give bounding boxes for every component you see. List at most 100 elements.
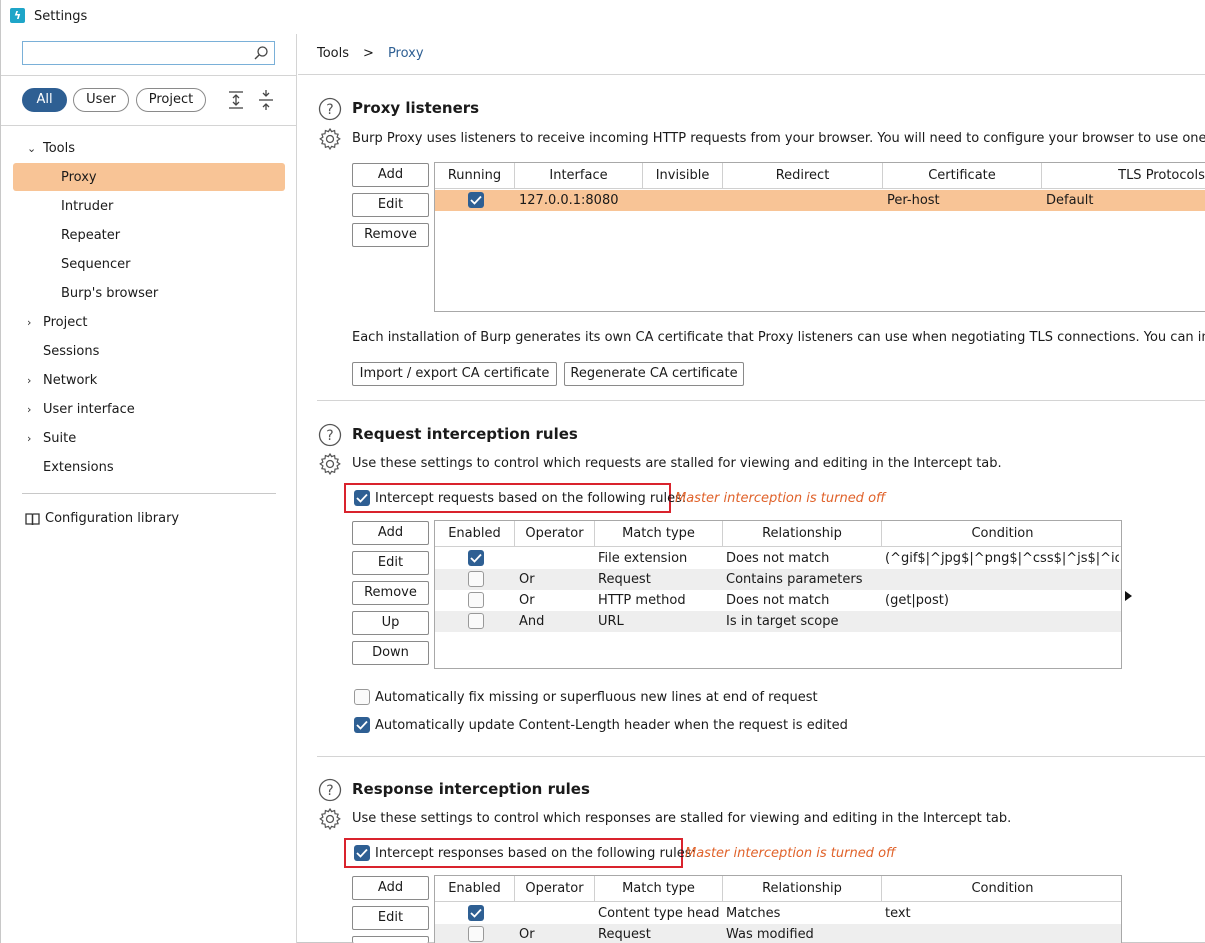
- edit-response-rule-button[interactable]: Edit: [352, 906, 429, 930]
- table-row[interactable]: Or Request Contains parameters: [435, 569, 1121, 590]
- tree-item-suite[interactable]: › Suite: [27, 425, 277, 453]
- gear-icon[interactable]: [318, 452, 342, 476]
- column-header[interactable]: Redirect: [723, 163, 883, 189]
- play-arrow-icon[interactable]: [1125, 591, 1132, 601]
- relationship-cell: Was modified: [726, 927, 814, 942]
- column-header[interactable]: Condition: [882, 521, 1121, 547]
- response-rules-table[interactable]: Enabled Operator Match type Relationship…: [434, 875, 1122, 943]
- move-up-request-rule-button[interactable]: Up: [352, 611, 429, 635]
- auto-fix-newlines-label: Automatically fix missing or superfluous…: [375, 690, 818, 705]
- rule-enabled-checkbox[interactable]: [468, 926, 484, 942]
- divider: [317, 756, 1205, 757]
- request-rules-table[interactable]: Enabled Operator Match type Relationship…: [434, 520, 1122, 669]
- match-type-cell: File extension: [598, 551, 688, 566]
- rule-enabled-checkbox[interactable]: [468, 905, 484, 921]
- table-row[interactable]: Content type head... Matches text: [435, 903, 1121, 924]
- regenerate-ca-button[interactable]: Regenerate CA certificate: [564, 362, 744, 386]
- edit-request-rule-button[interactable]: Edit: [352, 551, 429, 575]
- column-header[interactable]: Condition: [882, 876, 1121, 902]
- column-header[interactable]: Interface: [515, 163, 643, 189]
- filter-all-button[interactable]: All: [22, 88, 67, 112]
- breadcrumb-tools[interactable]: Tools: [317, 46, 349, 61]
- move-down-request-rule-button[interactable]: Down: [352, 641, 429, 665]
- title-bar: ϟ Settings: [1, 0, 1205, 34]
- tree-item-sequencer[interactable]: Sequencer: [61, 251, 281, 279]
- rule-enabled-checkbox[interactable]: [468, 592, 484, 608]
- divider: [22, 493, 276, 494]
- rule-enabled-checkbox[interactable]: [468, 550, 484, 566]
- remove-listener-button[interactable]: Remove: [352, 223, 429, 247]
- rule-enabled-checkbox[interactable]: [468, 571, 484, 587]
- tree-item-repeater[interactable]: Repeater: [61, 222, 281, 250]
- condition-cell: [885, 569, 1119, 590]
- filter-project-button[interactable]: Project: [136, 88, 206, 112]
- table-row[interactable]: 127.0.0.1:8080 Per-host Default: [435, 190, 1205, 211]
- table-row[interactable]: File extension Does not match (^gif$|^jp…: [435, 548, 1121, 569]
- tree-item-extensions[interactable]: Extensions: [43, 454, 273, 482]
- expand-all-icon[interactable]: [227, 90, 245, 110]
- operator-cell: [519, 548, 591, 569]
- chevron-right-icon[interactable]: ›: [27, 367, 39, 395]
- section-title-request-rules: Request interception rules: [352, 425, 578, 443]
- help-icon[interactable]: ?: [318, 778, 342, 802]
- remove-request-rule-button[interactable]: Remove: [352, 581, 429, 605]
- running-checkbox[interactable]: [468, 192, 484, 208]
- column-header[interactable]: Operator: [515, 521, 595, 547]
- column-header[interactable]: Enabled: [435, 521, 515, 547]
- condition-cell: (^gif$|^jpg$|^png$|^css$|^js$|^ico$|...: [885, 551, 1119, 566]
- ca-certificate-description: Each installation of Burp generates its …: [352, 330, 1205, 345]
- column-header[interactable]: Relationship: [723, 876, 882, 902]
- listeners-table[interactable]: Running Interface Invisible Redirect Cer…: [434, 162, 1205, 312]
- tree-item-project[interactable]: › Project: [27, 309, 277, 337]
- column-header[interactable]: Enabled: [435, 876, 515, 902]
- gear-icon[interactable]: [318, 807, 342, 831]
- divider: [1, 125, 296, 126]
- search-icon[interactable]: [253, 45, 269, 61]
- rule-enabled-checkbox[interactable]: [468, 613, 484, 629]
- auto-fix-newlines-checkbox[interactable]: [354, 689, 370, 705]
- add-response-rule-button[interactable]: Add: [352, 876, 429, 900]
- column-header[interactable]: Running: [435, 163, 515, 189]
- remove-response-rule-button[interactable]: [352, 936, 429, 943]
- chevron-right-icon[interactable]: ›: [27, 396, 39, 424]
- column-header[interactable]: Relationship: [723, 521, 882, 547]
- column-header[interactable]: Certificate: [883, 163, 1042, 189]
- chevron-down-icon[interactable]: ⌄: [27, 135, 39, 163]
- tree-item-sessions[interactable]: Sessions: [43, 338, 273, 366]
- column-header[interactable]: Operator: [515, 876, 595, 902]
- divider: [298, 74, 1205, 75]
- tree-item-network[interactable]: › Network: [27, 367, 277, 395]
- table-row[interactable]: Or HTTP method Does not match (get|post): [435, 590, 1121, 611]
- table-row[interactable]: And URL Is in target scope: [435, 611, 1121, 632]
- table-header: Running Interface Invisible Redirect Cer…: [435, 163, 1205, 189]
- column-header[interactable]: Invisible: [643, 163, 723, 189]
- edit-listener-button[interactable]: Edit: [352, 193, 429, 217]
- tree-item-tools[interactable]: ⌄ Tools: [27, 135, 277, 163]
- breadcrumb-proxy: Proxy: [387, 46, 424, 61]
- configuration-library-link[interactable]: Configuration library: [45, 505, 275, 533]
- tree-item-burps-browser[interactable]: Burp's browser: [61, 280, 281, 308]
- import-export-ca-button[interactable]: Import / export CA certificate: [352, 362, 557, 386]
- intercept-requests-checkbox[interactable]: [354, 490, 370, 506]
- gear-icon[interactable]: [318, 127, 342, 151]
- chevron-right-icon[interactable]: ›: [27, 309, 39, 337]
- help-icon[interactable]: ?: [318, 97, 342, 121]
- filter-user-button[interactable]: User: [73, 88, 129, 112]
- add-listener-button[interactable]: Add: [352, 163, 429, 187]
- column-header[interactable]: Match type: [595, 521, 723, 547]
- auto-update-content-length-checkbox[interactable]: [354, 717, 370, 733]
- help-icon[interactable]: ?: [318, 423, 342, 447]
- tree-item-intruder[interactable]: Intruder: [61, 193, 281, 221]
- condition-cell: (get|post): [885, 593, 949, 608]
- tree-item-user-interface[interactable]: › User interface: [27, 396, 277, 424]
- condition-cell: [885, 924, 1119, 943]
- search-input[interactable]: [22, 41, 275, 65]
- collapse-all-icon[interactable]: [257, 90, 275, 110]
- column-header[interactable]: TLS Protocols: [1042, 163, 1205, 189]
- chevron-right-icon[interactable]: ›: [27, 425, 39, 453]
- tree-item-proxy[interactable]: Proxy: [61, 164, 281, 192]
- add-request-rule-button[interactable]: Add: [352, 521, 429, 545]
- column-header[interactable]: Match type: [595, 876, 723, 902]
- table-row[interactable]: Or Request Was modified: [435, 924, 1121, 943]
- intercept-responses-checkbox[interactable]: [354, 845, 370, 861]
